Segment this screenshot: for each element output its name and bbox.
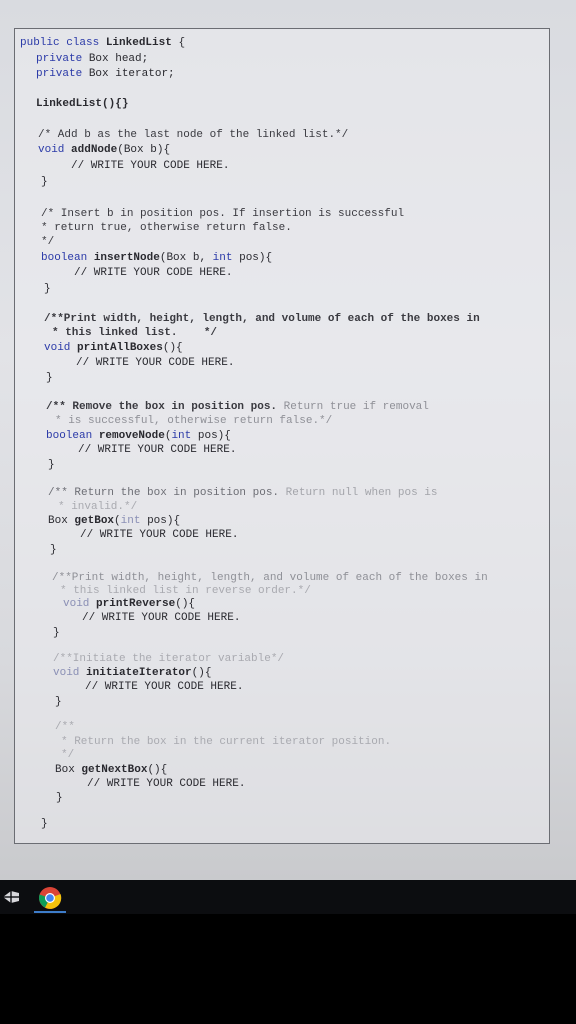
print-method-name: printAllBoxes [77, 342, 163, 354]
get-params-b: pos){ [147, 515, 181, 527]
add-return-type: void [38, 144, 65, 156]
screen: public class LinkedList { private Box he… [0, 0, 576, 880]
insert-return-type: boolean [41, 252, 88, 264]
next-comment-line3: */ [61, 749, 75, 761]
field-head: private Box head; [36, 53, 148, 66]
print-signature: void printAllBoxes(){ [44, 342, 183, 355]
print-close-brace: } [46, 372, 53, 384]
next-method-name: getNextBox [81, 764, 148, 776]
init-signature: void initiateIterator(){ [53, 667, 211, 680]
insert-close-brace: } [44, 283, 51, 295]
reverse-return-type: void [63, 598, 90, 610]
remove-return-type: boolean [46, 430, 93, 442]
taskbar [0, 880, 576, 914]
init-comment: /**Initiate the iterator variable*/ [53, 653, 285, 665]
print-return-type: void [44, 342, 71, 354]
reverse-close-brace: } [53, 627, 60, 639]
get-close-brace: } [50, 544, 57, 556]
print-params: (){ [162, 342, 183, 354]
remove-todo: // WRITE YOUR CODE HERE. [78, 444, 237, 456]
get-method-name: getBox [74, 515, 115, 527]
insert-method-name: insertNode [93, 252, 160, 264]
reverse-comment-line2: * this linked list in reverse order.*/ [60, 585, 311, 597]
class-keyword: public class [20, 37, 100, 49]
code-panel: public class LinkedList { private Box he… [14, 28, 550, 844]
insert-signature: boolean insertNode(Box b, int pos){ [41, 252, 272, 265]
add-params: (Box b){ [117, 144, 171, 156]
get-todo: // WRITE YOUR CODE HERE. [80, 529, 239, 541]
reverse-params: (){ [175, 598, 196, 610]
next-params: (){ [147, 764, 168, 776]
get-comment-1b: Return null when pos is [285, 487, 438, 499]
remove-params-b: pos){ [197, 430, 231, 442]
get-comment-1a: /** Return the box in position pos. [48, 487, 280, 499]
remove-comment-1b: Return true if removal [283, 401, 429, 413]
get-signature: Box getBox(int pos){ [48, 515, 180, 528]
insert-todo: // WRITE YOUR CODE HERE. [74, 267, 233, 279]
remove-comment-line2: * is successful, otherwise return false.… [55, 415, 333, 427]
add-method-name: addNode [71, 144, 118, 156]
insert-comment-line1: /* Insert b in position pos. If insertio… [41, 208, 405, 220]
add-comment: /* Add b as the last node of the linked … [38, 129, 349, 141]
class-open-brace: { [178, 37, 186, 49]
init-close-brace: } [55, 696, 62, 708]
active-app-indicator [34, 911, 66, 913]
init-return-type: void [53, 667, 80, 679]
remove-close-brace: } [48, 459, 55, 471]
next-todo: // WRITE YOUR CODE HERE. [87, 778, 246, 790]
get-int-keyword: int [120, 515, 141, 527]
print-comment-line1: /**Print width, height, length, and volu… [44, 313, 480, 325]
remove-comment-line1: /** Remove the box in position pos. Retu… [46, 401, 429, 414]
print-todo: // WRITE YOUR CODE HERE. [76, 357, 235, 369]
next-signature: Box getNextBox(){ [55, 764, 167, 777]
remove-signature: boolean removeNode(int pos){ [46, 430, 231, 443]
get-params-a: ( [114, 515, 121, 527]
init-todo: // WRITE YOUR CODE HERE. [85, 681, 244, 693]
get-return-type: Box [48, 515, 68, 527]
init-method-name: initiateIterator [86, 667, 192, 679]
get-comment-line1: /** Return the box in position pos. Retu… [48, 487, 437, 500]
next-close-brace: } [56, 792, 63, 804]
reverse-method-name: printReverse [96, 598, 176, 610]
field-head-keyword: private [36, 53, 83, 65]
monitor-bezel [0, 914, 576, 1024]
insert-params-b: pos){ [239, 252, 273, 264]
field-head-decl: Box head; [88, 53, 149, 65]
class-declaration: public class LinkedList { [20, 37, 185, 50]
windows-start-icon[interactable] [2, 890, 20, 904]
insert-params-a: (Box b, [159, 252, 207, 264]
insert-comment-line2: * return true, otherwise return false. [41, 222, 292, 234]
class-close-brace: } [41, 818, 48, 830]
reverse-comment-line1: /**Print width, height, length, and volu… [52, 572, 488, 584]
remove-method-name: removeNode [98, 430, 165, 442]
remove-comment-1a: /** Remove the box in position pos. [46, 401, 278, 413]
get-comment-line2: * invalid.*/ [58, 501, 138, 513]
next-return-type: Box [55, 764, 75, 776]
class-name: LinkedList [105, 37, 172, 49]
next-comment-line2: * Return the box in the current iterator… [61, 736, 392, 748]
insert-int-keyword: int [212, 252, 233, 264]
chrome-icon[interactable] [38, 886, 62, 910]
add-close-brace: } [41, 176, 48, 188]
init-params: (){ [191, 667, 212, 679]
add-signature: void addNode(Box b){ [38, 144, 170, 157]
field-iterator-keyword: private [36, 68, 83, 80]
next-comment-line1: /** [55, 721, 75, 733]
constructor: LinkedList(){} [36, 98, 129, 110]
reverse-todo: // WRITE YOUR CODE HERE. [82, 612, 241, 624]
reverse-signature: void printReverse(){ [63, 598, 195, 611]
remove-int-keyword: int [171, 430, 192, 442]
field-iterator: private Box iterator; [36, 68, 175, 81]
add-todo: // WRITE YOUR CODE HERE. [71, 160, 230, 172]
print-comment-line2: * this linked list. */ [52, 327, 218, 339]
insert-comment-line3: */ [41, 236, 55, 248]
field-iterator-decl: Box iterator; [88, 68, 175, 80]
